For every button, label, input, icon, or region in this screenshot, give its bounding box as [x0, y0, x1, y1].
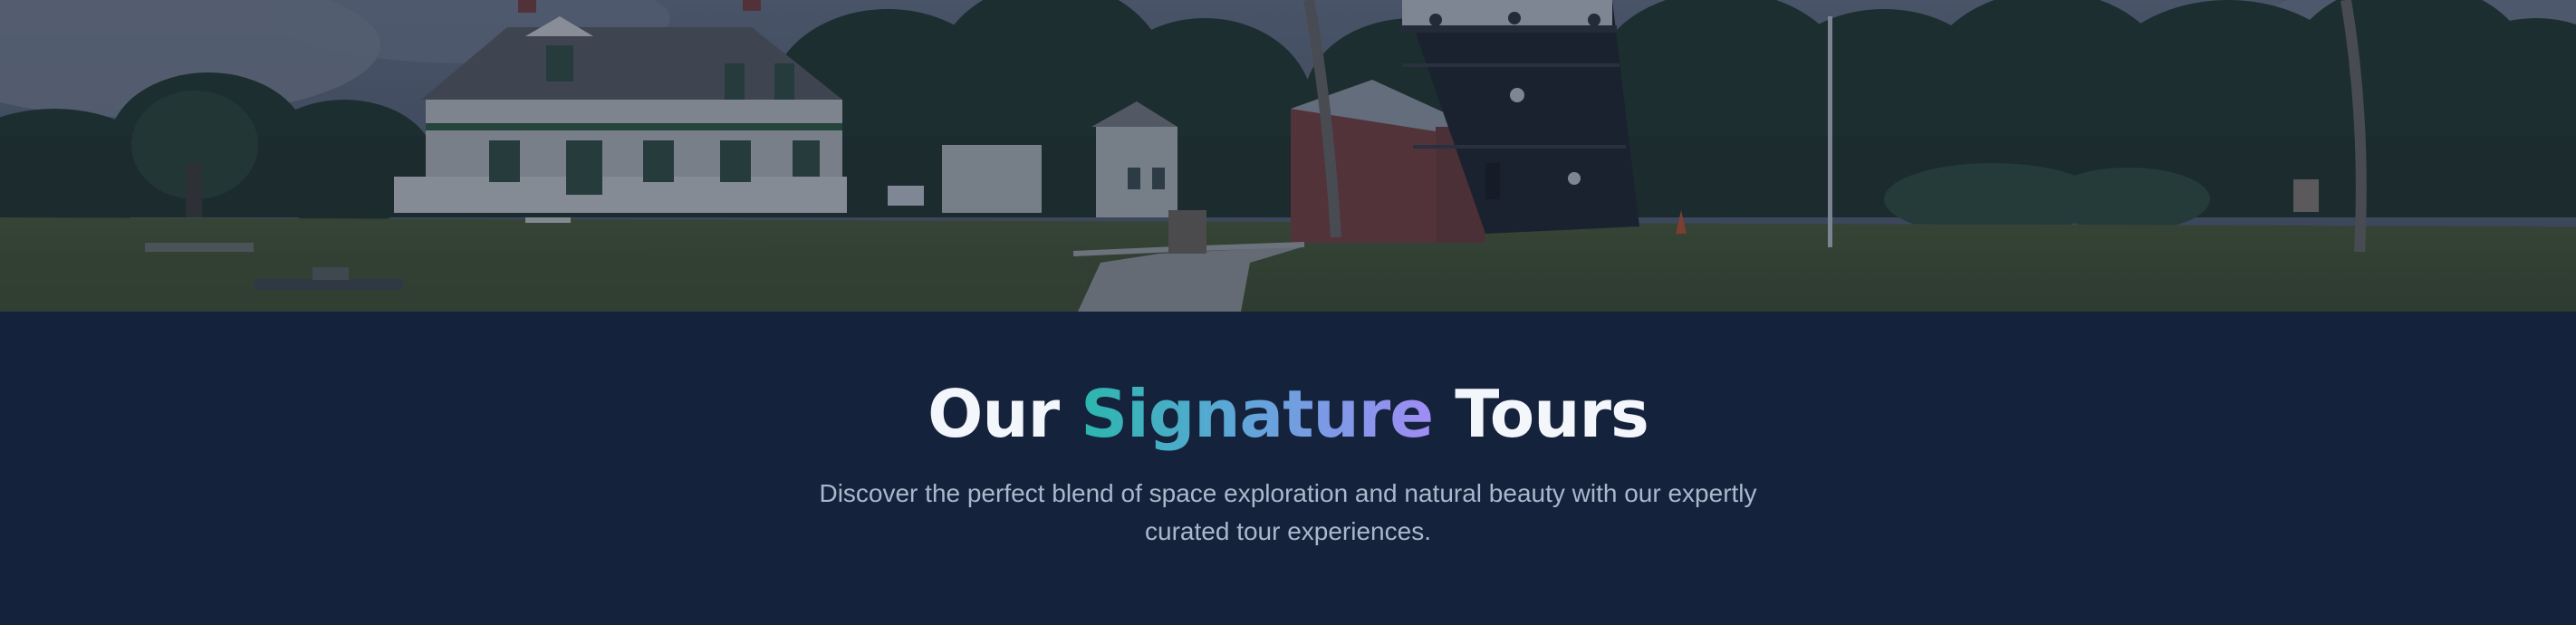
title-accent: Signature [1081, 376, 1434, 452]
title-prefix: Our [928, 376, 1081, 452]
page: Our Signature Tours Discover the perfect… [0, 0, 2576, 625]
lighthouse-landscape-photo [0, 0, 2576, 312]
section-subtitle: Discover the perfect blend of space expl… [819, 479, 1757, 545]
title-suffix: Tours [1433, 376, 1649, 452]
section-title: Our Signature Tours [0, 373, 2576, 455]
hero-image [0, 0, 2576, 312]
tours-section: Our Signature Tours Discover the perfect… [0, 312, 2576, 625]
